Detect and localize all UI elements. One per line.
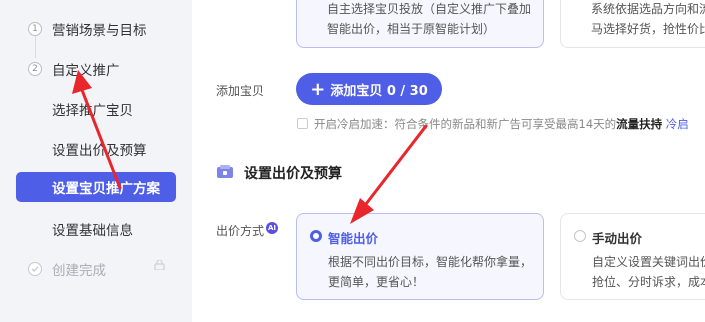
cold-start-highlight: 流量扶持 xyxy=(616,117,663,131)
lock-icon xyxy=(154,260,165,270)
cold-start-text: 开启冷启加速：符合条件的新品和新广告可享受最高14天的流量扶持 冷启 xyxy=(314,117,689,131)
step-complete: 创建完成 xyxy=(28,259,106,279)
step-number: 1 xyxy=(28,22,42,36)
plan-card-desc: 智能出价，相当于原智能计划） xyxy=(327,22,496,36)
plan-card-desc: 系统依据选品方向和流 xyxy=(591,2,705,16)
sidebar-item-bid-budget[interactable]: 设置出价及预算 xyxy=(52,139,147,159)
radio-smart-bid[interactable] xyxy=(310,230,322,242)
step-number: 2 xyxy=(28,62,42,76)
sidebar-item-promotion-plan[interactable]: 设置宝贝推广方案 xyxy=(16,172,176,202)
check-circle-icon xyxy=(28,262,42,276)
cold-start-link[interactable]: 冷启 xyxy=(666,117,689,131)
sidebar-item-select-items[interactable]: 选择推广宝贝 xyxy=(52,99,133,119)
add-item-button[interactable]: + 添加宝贝 0 / 30 xyxy=(296,73,442,105)
plus-icon: + xyxy=(310,78,326,100)
step-label: 营销场景与目标 xyxy=(52,23,147,39)
plan-card-auto[interactable]: 系统依据选品方向和流 马选择好货，抢性价比 xyxy=(560,0,705,48)
smart-bid-title: 智能出价 xyxy=(328,231,379,246)
manual-bid-desc: 自定义设置关键词出价 xyxy=(592,255,705,269)
smart-bid-desc: 更简单，更省心！ xyxy=(328,275,425,289)
ai-badge: AI xyxy=(266,222,278,234)
budget-section-icon xyxy=(217,165,233,178)
step-custom-promotion[interactable]: 2 自定义推广 xyxy=(28,59,120,79)
radio-manual-bid[interactable] xyxy=(574,230,586,242)
step-marketing-scene[interactable]: 1 营销场景与目标 xyxy=(28,19,147,39)
bid-section-title: 设置出价及预算 xyxy=(244,166,342,182)
step-label: 自定义推广 xyxy=(52,63,120,79)
manual-bid-title: 手动出价 xyxy=(592,231,643,246)
bid-option-manual[interactable]: 手动出价 自定义设置关键词出价 抢位、分时诉求，成本 xyxy=(560,213,705,300)
sidebar: 1 营销场景与目标 2 自定义推广 选择推广宝贝 设置出价及预算 设置宝贝推广方… xyxy=(0,0,192,322)
sidebar-item-basic-info[interactable]: 设置基础信息 xyxy=(52,219,133,239)
smart-bid-desc: 根据不同出价目标，智能化帮你拿量， xyxy=(328,255,533,269)
step-label: 创建完成 xyxy=(52,263,106,279)
add-item-label: 添加宝贝 xyxy=(216,84,265,98)
plan-card-desc: 自主选择宝贝投放（自定义推广下叠加 xyxy=(327,2,532,16)
manual-bid-desc: 抢位、分时诉求，成本 xyxy=(592,275,705,289)
bid-method-label: 出价方式 xyxy=(216,224,265,238)
cold-start-checkbox[interactable] xyxy=(297,118,308,129)
plan-card-desc: 马选择好货，抢性价比 xyxy=(591,22,705,36)
plan-card-custom[interactable]: 自主选择宝贝投放（自定义推广下叠加 智能出价，相当于原智能计划） xyxy=(296,0,544,48)
add-item-button-label: 添加宝贝 0 / 30 xyxy=(330,83,428,99)
bid-option-smart[interactable]: 智能出价 根据不同出价目标，智能化帮你拿量， 更简单，更省心！ xyxy=(296,213,544,300)
